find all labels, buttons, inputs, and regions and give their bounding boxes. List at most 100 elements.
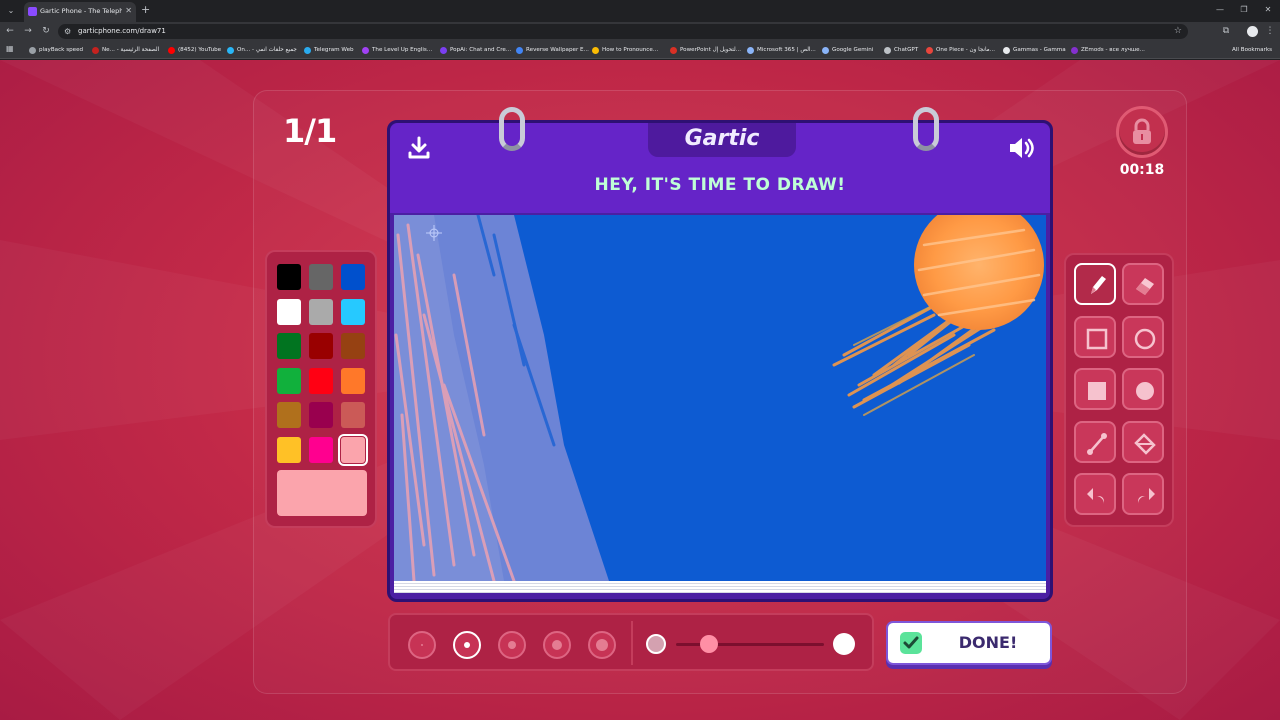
tool-redo-button[interactable] xyxy=(1122,473,1164,515)
color-swatch[interactable] xyxy=(277,298,301,325)
bookmark-item[interactable]: Microsoft 365 | الص... xyxy=(747,44,816,56)
new-tab-icon[interactable]: + xyxy=(141,4,150,16)
color-swatch[interactable] xyxy=(341,333,365,359)
color-swatch[interactable] xyxy=(277,333,301,359)
color-swatch[interactable] xyxy=(277,264,301,290)
bookmark-item[interactable]: Telegram Web xyxy=(304,44,354,56)
bookmark-item[interactable]: playBack speed xyxy=(29,44,83,56)
bookmark-label: Gammas - Gamma xyxy=(1013,47,1066,53)
download-icon[interactable] xyxy=(404,133,434,163)
tool-line-button[interactable] xyxy=(1074,420,1116,463)
site-info-icon[interactable]: ⚙ xyxy=(64,26,71,37)
tool-panel xyxy=(1064,253,1174,527)
browser-tab-strip: ⌄ Gartic Phone - The Telephone Ga... ✕ +… xyxy=(0,0,1280,22)
brush-size-option[interactable] xyxy=(543,631,571,659)
window-controls: — ❐ ✕ xyxy=(1208,0,1280,20)
bookmark-item[interactable]: Gammas - Gamma xyxy=(1003,44,1066,56)
timer-lock-icon xyxy=(1116,106,1168,158)
back-icon[interactable]: ← xyxy=(4,25,16,37)
bookmark-label: playBack speed xyxy=(39,47,84,53)
bookmark-favicon-icon xyxy=(670,46,677,54)
all-bookmarks-button[interactable]: All Bookmarks xyxy=(1232,44,1272,56)
brush-size-dot xyxy=(552,640,562,650)
minimize-icon[interactable]: — xyxy=(1208,0,1232,20)
bookmark-label: Google Gemini xyxy=(832,47,874,53)
ellipse-filled-icon xyxy=(1136,382,1154,400)
color-swatch[interactable] xyxy=(341,298,365,325)
done-button[interactable]: DONE! xyxy=(886,621,1052,665)
tool-fill-button[interactable] xyxy=(1122,420,1164,463)
brush-size-dot xyxy=(464,642,470,648)
color-swatch[interactable] xyxy=(309,333,333,359)
brush-size-option[interactable] xyxy=(453,631,481,659)
opacity-min-icon xyxy=(646,634,666,654)
tool-ellipse-button[interactable] xyxy=(1122,315,1164,358)
bookmark-item[interactable]: ChatGPT xyxy=(884,44,918,56)
tool-filled-rectangle-button[interactable] xyxy=(1074,368,1116,410)
close-window-icon[interactable]: ✕ xyxy=(1256,0,1280,20)
brush-size-option[interactable] xyxy=(498,631,526,659)
reload-icon[interactable]: ↻ xyxy=(40,25,52,37)
bookmark-item[interactable]: The Level Up Englis... xyxy=(362,44,432,56)
brush-settings-divider xyxy=(631,621,633,665)
extensions-icon[interactable]: ⧉ xyxy=(1220,25,1232,37)
color-swatch[interactable] xyxy=(277,402,301,428)
rectangle-filled-icon xyxy=(1088,382,1106,400)
brush-size-dot xyxy=(421,644,423,646)
color-swatch[interactable] xyxy=(341,367,365,394)
bookmark-item[interactable]: Reverse Wallpaper E... xyxy=(516,44,589,56)
bookmark-item[interactable]: How to Pronounce... xyxy=(592,44,658,56)
color-swatch[interactable] xyxy=(341,402,365,428)
tool-rectangle-button[interactable] xyxy=(1074,315,1116,358)
tool-eraser-button[interactable] xyxy=(1122,263,1164,305)
bookmark-item[interactable]: One Piece - مانجا ون... xyxy=(926,44,995,56)
color-swatch[interactable] xyxy=(309,436,333,463)
bookmark-label: Microsoft 365 | الص... xyxy=(757,47,816,53)
opacity-slider-knob[interactable] xyxy=(699,635,718,653)
bookmark-item[interactable]: Ne... - الصفحة الرئيسية xyxy=(92,44,159,56)
browser-tab-active[interactable]: Gartic Phone - The Telephone Ga... ✕ xyxy=(24,2,136,22)
bookmark-star-icon[interactable]: ☆ xyxy=(1174,25,1182,37)
url-text[interactable]: garticphone.com/draw71 xyxy=(78,26,166,37)
color-swatch[interactable] xyxy=(309,264,333,290)
address-bar[interactable]: ⚙ garticphone.com/draw71 ☆ xyxy=(58,24,1188,39)
notepad-header: Gartic HEY, IT'S TIME TO DRAW! xyxy=(390,123,1050,213)
tool-pencil-button[interactable] xyxy=(1074,263,1116,305)
opacity-slider[interactable] xyxy=(676,643,824,646)
color-swatch[interactable] xyxy=(338,433,368,466)
bookmark-label: One Piece - مانجا ون... xyxy=(936,47,996,53)
color-swatch[interactable] xyxy=(309,402,333,428)
speaker-icon[interactable] xyxy=(1006,133,1036,163)
notepad-ring-left xyxy=(499,107,525,151)
redo-icon xyxy=(1138,488,1155,504)
gartic-favicon-icon xyxy=(28,7,37,16)
bookmark-item[interactable]: ZEmods - все лучше... xyxy=(1071,44,1145,56)
color-swatch[interactable] xyxy=(309,298,333,325)
apps-grid-icon[interactable]: ▦ xyxy=(6,45,14,53)
color-swatch[interactable] xyxy=(277,367,301,394)
tool-undo-button[interactable] xyxy=(1074,473,1116,515)
profile-avatar-icon[interactable] xyxy=(1247,26,1258,37)
color-swatch[interactable] xyxy=(341,264,365,290)
bookmark-label: PopAi: Chat and Cre... xyxy=(450,47,512,53)
bookmark-label: Ne... - الصفحة الرئيسية xyxy=(102,47,160,53)
tool-filled-ellipse-button[interactable] xyxy=(1122,368,1164,410)
forward-icon[interactable]: → xyxy=(22,25,34,37)
done-label: DONE! xyxy=(958,633,1018,652)
brush-size-option[interactable] xyxy=(408,631,436,659)
tab-search-icon[interactable]: ⌄ xyxy=(4,4,18,18)
bookmark-item[interactable]: Google Gemini xyxy=(822,44,873,56)
notepad-paper-edge xyxy=(394,581,1046,593)
drawing-notepad: Gartic HEY, IT'S TIME TO DRAW! xyxy=(387,120,1053,602)
color-swatch[interactable] xyxy=(309,367,333,394)
bookmark-item[interactable]: (8452) YouTube xyxy=(168,44,221,56)
bookmark-item[interactable]: On... - جميع حلقات انمي xyxy=(227,44,297,56)
close-tab-icon[interactable]: ✕ xyxy=(125,6,132,16)
brush-size-option[interactable] xyxy=(588,631,616,659)
restore-icon[interactable]: ❐ xyxy=(1232,0,1256,20)
drawing-canvas[interactable] xyxy=(394,215,1046,581)
color-swatch[interactable] xyxy=(277,436,301,463)
browser-menu-icon[interactable]: ⋮ xyxy=(1264,25,1276,37)
bookmark-item[interactable]: PopAi: Chat and Cre... xyxy=(440,44,511,56)
bookmark-item[interactable]: PowerPoint لتحويل إل... xyxy=(670,44,741,56)
